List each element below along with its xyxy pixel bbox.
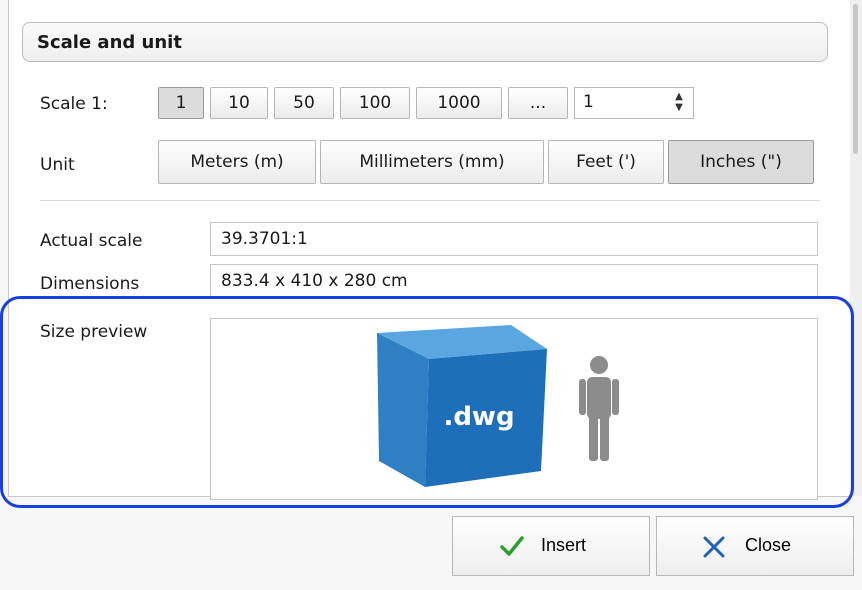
close-icon [703, 536, 725, 558]
scale-button-100[interactable]: 100 [340, 87, 410, 119]
spin-down-icon[interactable]: ▼ [671, 102, 687, 113]
close-button[interactable]: Close [656, 516, 854, 576]
insert-button[interactable]: Insert [452, 516, 650, 576]
dimensions-label: Dimensions [40, 274, 140, 294]
unit-button-millimeters[interactable]: Millimeters (mm) [320, 140, 544, 184]
unit-button-feet[interactable]: Feet (') [548, 140, 664, 184]
spinner-arrows[interactable]: ▲ ▼ [671, 91, 687, 115]
insert-label: Insert [541, 535, 587, 555]
unit-label: Unit [40, 155, 75, 175]
close-label: Close [745, 535, 792, 555]
spin-up-icon[interactable]: ▲ [671, 91, 687, 102]
scale-spinner-value[interactable]: 1 [583, 92, 594, 112]
section-title: Scale and unit [37, 32, 182, 53]
highlight-outline [0, 296, 854, 508]
dimensions-field: 833.4 x 410 x 280 cm [210, 264, 818, 298]
scale-spinner[interactable]: 1 ▲ ▼ [574, 87, 694, 119]
actual-scale-field: 39.3701:1 [210, 222, 818, 256]
scrollbar-thumb[interactable] [853, 4, 858, 154]
scale-label: Scale 1: [40, 94, 108, 114]
unit-button-inches[interactable]: Inches (") [668, 140, 814, 184]
checkmark-icon [500, 536, 524, 556]
divider [40, 200, 820, 201]
scale-button-50[interactable]: 50 [274, 87, 334, 119]
scale-button-1000[interactable]: 1000 [416, 87, 502, 119]
scale-button-more[interactable]: ... [508, 87, 568, 119]
actual-scale-label: Actual scale [40, 231, 143, 251]
unit-button-meters[interactable]: Meters (m) [158, 140, 316, 184]
section-header[interactable]: Scale and unit [22, 22, 828, 62]
scale-button-1[interactable]: 1 [158, 87, 204, 119]
scale-button-10[interactable]: 10 [210, 87, 268, 119]
